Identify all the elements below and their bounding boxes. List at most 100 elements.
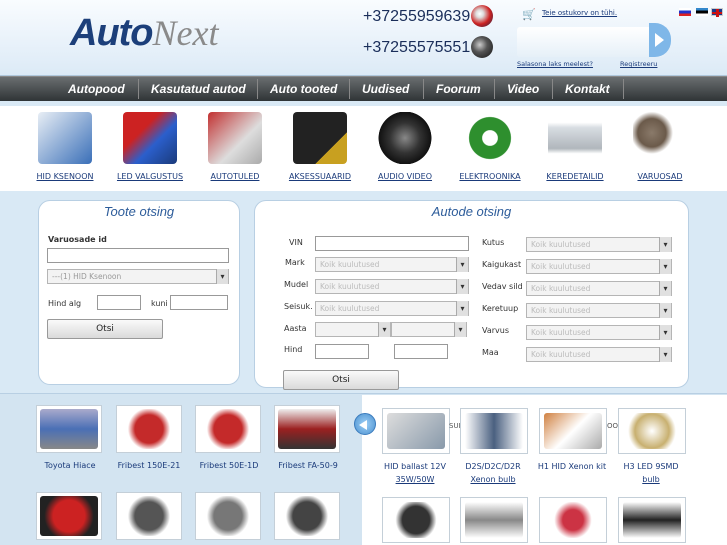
scooter-photo-icon	[199, 496, 257, 536]
category-keredetailid[interactable]: KEREDETAILID	[530, 112, 620, 181]
price-to-input[interactable]	[394, 344, 448, 359]
keretuup-select[interactable]: Koik kuulutused	[526, 303, 672, 318]
partial-label: SUI	[449, 422, 461, 430]
nav-auto-tooted[interactable]: Auto tooted	[270, 82, 337, 96]
varuosade-id-label: Varuosade id	[48, 235, 107, 244]
product-thumb[interactable]	[460, 497, 528, 543]
product-search-panel: Toote otsing Varuosade id ---(1) HID Kse…	[38, 200, 240, 385]
product-label-link[interactable]: bulb	[606, 475, 696, 484]
maa-select[interactable]: Koik kuulutused	[526, 347, 672, 362]
tail-light-icon	[208, 112, 262, 164]
product-thumb[interactable]	[539, 408, 607, 454]
category-label[interactable]: LED VALGUSTUS	[105, 172, 195, 181]
used-car-thumb[interactable]	[116, 492, 182, 540]
product-label-link[interactable]: Xenon bulb	[448, 475, 538, 484]
scooter-photo-icon	[120, 409, 178, 449]
forgot-password-link[interactable]: Salasona laks meelest?	[517, 60, 593, 68]
mark-label: Mark	[285, 258, 305, 267]
mark-select[interactable]: Koik kuulutused	[315, 257, 469, 272]
category-label[interactable]: KEREDETAILID	[530, 172, 620, 181]
product-thumb[interactable]	[618, 408, 686, 454]
used-car-label[interactable]: Toyota Hiace	[25, 461, 115, 470]
category-led-valgustus[interactable]: LED VALGUSTUS	[105, 112, 195, 181]
category-select[interactable]: ---(1) HID Ksenoon	[47, 269, 229, 284]
category-label[interactable]: ELEKTROONIKA	[445, 172, 535, 181]
category-varuosad[interactable]: VARUOSAD	[615, 112, 705, 181]
kutus-select[interactable]: Koik kuulutused	[526, 237, 672, 252]
used-car-thumb[interactable]	[195, 492, 261, 540]
hind-label: Hind	[284, 345, 303, 354]
varvus-select[interactable]: Koik kuulutused	[526, 325, 672, 340]
used-car-thumb[interactable]	[36, 492, 102, 540]
scooter-photo-icon	[199, 409, 257, 449]
mudel-select[interactable]: Koik kuulutused	[315, 279, 469, 294]
product-thumb[interactable]	[382, 497, 450, 543]
nav-separator	[138, 79, 139, 99]
category-elektroonika[interactable]: ELEKTROONIKA	[445, 112, 535, 181]
login-bar	[517, 27, 665, 57]
used-car-thumb[interactable]	[36, 405, 102, 453]
used-car-label[interactable]: Fribest 50E-1D	[184, 461, 274, 470]
used-car-label[interactable]: Fribest 150E-21	[104, 461, 194, 470]
used-car-thumb[interactable]	[195, 405, 261, 453]
product-search-button[interactable]: Otsi	[47, 319, 163, 339]
kaigukast-label: Kaigukast	[482, 260, 522, 269]
price-from-input[interactable]	[315, 344, 369, 359]
category-hid-ksenoon[interactable]: HID KSENOON	[20, 112, 110, 181]
category-label[interactable]: HID KSENOON	[20, 172, 110, 181]
year-from-select[interactable]	[315, 322, 391, 337]
nav-kasutatud-autod[interactable]: Kasutatud autod	[151, 82, 246, 96]
category-label[interactable]: AUTOTULED	[190, 172, 280, 181]
nav-uudised[interactable]: Uudised	[362, 82, 409, 96]
product-thumb[interactable]	[382, 408, 450, 454]
site-logo[interactable]: AutoNext	[70, 12, 219, 62]
price-from-input[interactable]	[97, 295, 141, 310]
category-label[interactable]: AKSESSUAARID	[275, 172, 365, 181]
category-autotuled[interactable]: AUTOTULED	[190, 112, 280, 181]
product-thumb[interactable]	[460, 408, 528, 454]
nav-kontakt[interactable]: Kontakt	[565, 82, 610, 96]
product-photo-icon	[387, 502, 445, 538]
kaigukast-select[interactable]: Koik kuulutused	[526, 259, 672, 274]
nav-autopood[interactable]: Autopood	[68, 82, 125, 96]
scooter-photo-icon	[278, 496, 336, 536]
used-car-thumb[interactable]	[274, 405, 340, 453]
vin-input[interactable]	[315, 236, 469, 251]
scooter-photo-icon	[120, 496, 178, 536]
category-audio-video[interactable]: AUDIO VIDEO	[360, 112, 450, 181]
product-thumb[interactable]	[539, 497, 607, 543]
nav-foorum[interactable]: Foorum	[436, 82, 481, 96]
lang-ru-flag-icon[interactable]	[679, 8, 691, 16]
register-link[interactable]: Registreeru	[620, 60, 657, 68]
lang-ee-flag-icon[interactable]	[696, 8, 708, 16]
login-arrow-button[interactable]	[649, 23, 671, 57]
logo-next-text: Next	[152, 13, 219, 53]
carousel-prev-button[interactable]	[354, 413, 376, 435]
year-to-select[interactable]	[391, 322, 467, 337]
product-thumb[interactable]	[618, 497, 686, 543]
cart-status-link[interactable]: Teie ostukorv on tühi.	[542, 9, 617, 17]
xenon-kit-photo-icon	[544, 413, 602, 449]
phone-number-2: +37255575551	[363, 39, 471, 56]
used-car-label[interactable]: Fribest FA-50-9	[263, 461, 353, 470]
main-nav: Autopood Kasutatud autod Auto tooted Uud…	[0, 76, 727, 101]
product-search-title: Toote otsing	[103, 204, 175, 219]
xenon-bulb-icon	[38, 112, 92, 164]
category-aksessuaarid[interactable]: AKSESSUAARID	[275, 112, 365, 181]
lang-en-flag-icon[interactable]	[711, 8, 723, 17]
car-search-button[interactable]: Otsi	[283, 370, 399, 390]
cart-panel: 🛒 Teie ostukorv on tühi. Salasona laks m…	[515, 3, 671, 73]
product-label: H3 LED 9SMD	[623, 462, 679, 471]
price-to-input[interactable]	[170, 295, 228, 310]
nav-video[interactable]: Video	[507, 82, 539, 96]
category-label[interactable]: VARUOSAD	[615, 172, 705, 181]
varuosade-id-input[interactable]	[47, 248, 229, 263]
product-photo-icon	[623, 502, 681, 538]
used-car-thumb[interactable]	[116, 405, 182, 453]
product-label-link[interactable]: 35W/50W	[370, 475, 460, 484]
vedav-sild-select[interactable]: Koik kuulutused	[526, 281, 672, 296]
category-label[interactable]: AUDIO VIDEO	[360, 172, 450, 181]
used-car-thumb[interactable]	[274, 492, 340, 540]
seisukord-select[interactable]: Koik kuulutused	[315, 301, 469, 316]
product-label: D2S/D2C/D2R	[465, 462, 521, 471]
